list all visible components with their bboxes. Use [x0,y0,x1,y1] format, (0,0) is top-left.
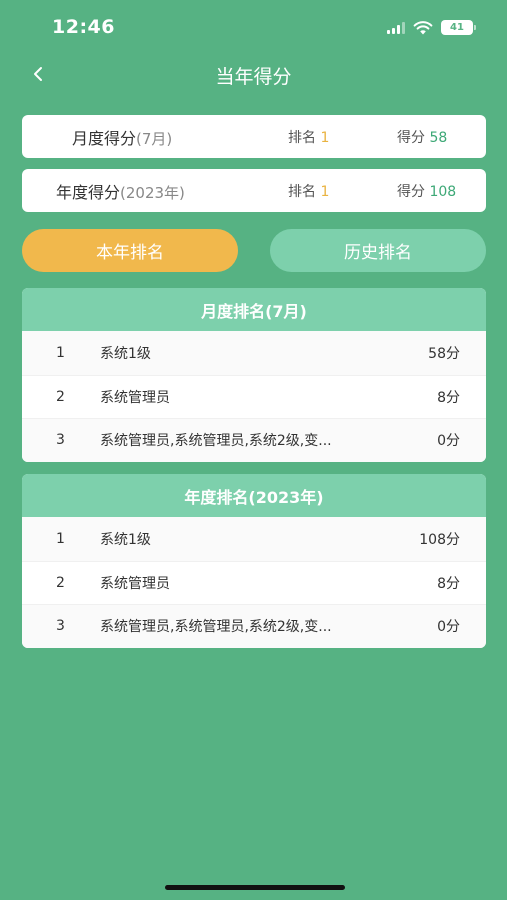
yearly-rank-value: 1 [320,183,330,200]
row-rank: 1 [56,344,65,361]
yearly-rank-label: 排名 [288,183,316,200]
battery-level: 41 [450,22,464,33]
yearly-score-value: 108 [429,183,457,200]
row-name: 系统管理员,系统管理员,系统2级,变... [100,619,332,636]
monthly-rank-value: 1 [320,129,330,146]
row-rank: 2 [56,574,65,591]
row-rank: 3 [56,618,65,635]
row-name: 系统管理员 [100,575,170,592]
yearly-rank: 排名 1 [288,181,329,201]
yearly-score: 得分 108 [397,181,456,201]
row-points: 108分 [419,531,460,548]
monthly-score-card: 月度得分(7月) 排名 1 得分 58 [22,115,486,158]
monthly-score-period: (7月) [136,129,173,148]
table-row[interactable]: 3 系统管理员,系统管理员,系统2级,变... 0分 [22,418,486,462]
row-points: 8分 [437,575,460,592]
table-row[interactable]: 1 系统1级 108分 [22,517,486,561]
monthly-ranking-panel: 月度排名(7月) 1 系统1级 58分 2 系统管理员 8分 3 系统管理员,系… [22,288,486,462]
yearly-ranking-panel: 年度排名(2023年) 1 系统1级 108分 2 系统管理员 8分 3 系统管… [22,474,486,648]
page-title: 当年得分 [215,66,292,88]
row-rank: 2 [56,388,65,405]
row-points: 58分 [428,345,460,362]
status-time: 12:46 [52,16,115,38]
row-name: 系统管理员,系统管理员,系统2级,变... [100,433,332,450]
yearly-score-card: 年度得分(2023年) 排名 1 得分 108 [22,169,486,212]
yearly-score-period: (2023年) [120,183,185,202]
row-rank: 1 [56,530,65,547]
monthly-rank: 排名 1 [288,127,329,147]
wifi-icon [413,20,433,34]
table-row[interactable]: 2 系统管理员 8分 [22,560,486,605]
tab-history-ranking[interactable]: 历史排名 [270,229,486,272]
row-name: 系统1级 [100,345,151,362]
row-name: 系统1级 [100,531,151,548]
monthly-ranking-title: 月度排名(7月) [22,288,486,331]
monthly-score-value: 58 [429,129,448,146]
monthly-score-label: 月度得分(7月) [72,125,172,149]
home-indicator [165,885,345,890]
yearly-score-label: 年度得分(2023年) [56,179,185,203]
row-points: 0分 [437,433,460,450]
yearly-score-points-label: 得分 [397,183,425,200]
status-bar: 12:46 41 [0,0,507,58]
yearly-score-title: 年度得分 [56,182,121,202]
tab-current-year-ranking[interactable]: 本年排名 [22,229,238,272]
row-points: 0分 [437,619,460,636]
nav-bar: 当年得分 [0,52,507,96]
status-icons: 41 [387,20,476,35]
row-rank: 3 [56,432,65,449]
table-row[interactable]: 1 系统1级 58分 [22,331,486,375]
monthly-rank-label: 排名 [288,129,316,146]
table-row[interactable]: 3 系统管理员,系统管理员,系统2级,变... 0分 [22,604,486,648]
monthly-score-points-label: 得分 [397,129,425,146]
monthly-score: 得分 58 [397,127,447,147]
row-points: 8分 [437,389,460,406]
battery-icon: 41 [441,20,476,35]
cellular-signal-icon [387,21,405,34]
monthly-score-title: 月度得分 [72,128,137,148]
row-name: 系统管理员 [100,389,170,406]
table-row[interactable]: 2 系统管理员 8分 [22,374,486,419]
yearly-ranking-title: 年度排名(2023年) [22,474,486,517]
